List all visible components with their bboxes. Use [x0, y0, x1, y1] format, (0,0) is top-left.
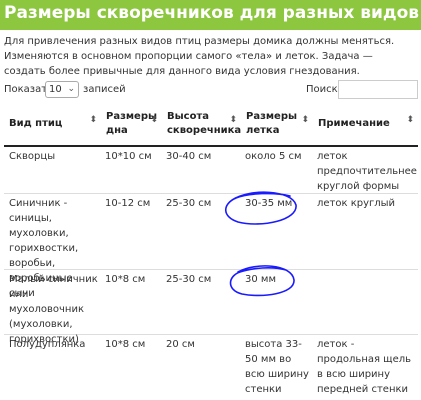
table-controls: Показать 10 ⌄ записей Поиск: [4, 80, 418, 102]
table-header: Вид птиц ⬍ Размеры дна ⬍ Высота скворечн… [4, 104, 418, 147]
table-row: Малый синичник или мухоловочник (мухолов… [4, 270, 418, 345]
cell-note: леток предпочтительнее круглой формы [317, 151, 417, 192]
cell-entrance: 30-35 мм [245, 198, 293, 209]
cell-entrance: около 5 см [245, 151, 302, 162]
cell-entrance: высота 33-50 мм во всю ширину стенки [245, 339, 309, 395]
search-input[interactable] [338, 80, 418, 99]
sort-both-icon: ⬍ [150, 115, 158, 125]
table-row: Полудуплянка 10*8 см 20 см высота 33-50 … [4, 335, 418, 400]
search-label: Поиск: [306, 84, 342, 95]
intro-text: Для привлечения разных видов птиц размер… [4, 36, 395, 77]
th-label: Высота скворечника [167, 111, 242, 136]
cell-species: Полудуплянка [9, 339, 86, 350]
cell-height: 20 см [166, 339, 195, 350]
table-row: Синичник - синицы, мухоловки, горихвостк… [4, 194, 418, 299]
th-label: Примечание [318, 118, 390, 129]
page-title: Размеры скворечников для разных видов пт… [0, 0, 421, 30]
sort-both-icon: ⬍ [406, 115, 414, 125]
page-length-select[interactable]: 10 ⌄ [45, 81, 79, 98]
cell-note: леток - продольная щель в всю ширину пер… [317, 339, 412, 395]
th-height[interactable]: Высота скворечника ⬍ [162, 104, 241, 145]
sort-both-icon: ⬍ [229, 115, 237, 125]
cell-height: 25-30 см [166, 274, 212, 285]
th-label: Вид птиц [9, 118, 63, 129]
cell-entrance: 30 мм [245, 274, 276, 285]
th-note[interactable]: Примечание ⬍ [313, 104, 418, 145]
cell-bottom-size: 10-12 см [105, 198, 151, 209]
chevron-down-icon: ⌄ [67, 84, 75, 94]
table-row: Скворцы 10*10 см 30-40 см около 5 см лет… [4, 147, 418, 194]
page-length-value: 10 [49, 84, 62, 95]
cell-bottom-size: 10*8 см [105, 339, 146, 350]
sort-both-icon: ⬍ [89, 115, 97, 125]
entries-label: записей [83, 84, 126, 95]
cell-note: леток круглый [317, 198, 396, 209]
th-species[interactable]: Вид птиц ⬍ [4, 104, 101, 145]
cell-species: Скворцы [9, 151, 56, 162]
th-label: Размеры дна [106, 111, 158, 136]
cell-height: 25-30 см [166, 198, 212, 209]
sort-both-icon: ⬍ [301, 115, 309, 125]
cell-bottom-size: 10*8 см [105, 274, 146, 285]
th-entrance[interactable]: Размеры летка ⬍ [241, 104, 313, 145]
th-label: Размеры летка [246, 111, 298, 136]
cell-bottom-size: 10*10 см [105, 151, 152, 162]
th-bottom-size[interactable]: Размеры дна ⬍ [101, 104, 162, 145]
cell-height: 30-40 см [166, 151, 212, 162]
